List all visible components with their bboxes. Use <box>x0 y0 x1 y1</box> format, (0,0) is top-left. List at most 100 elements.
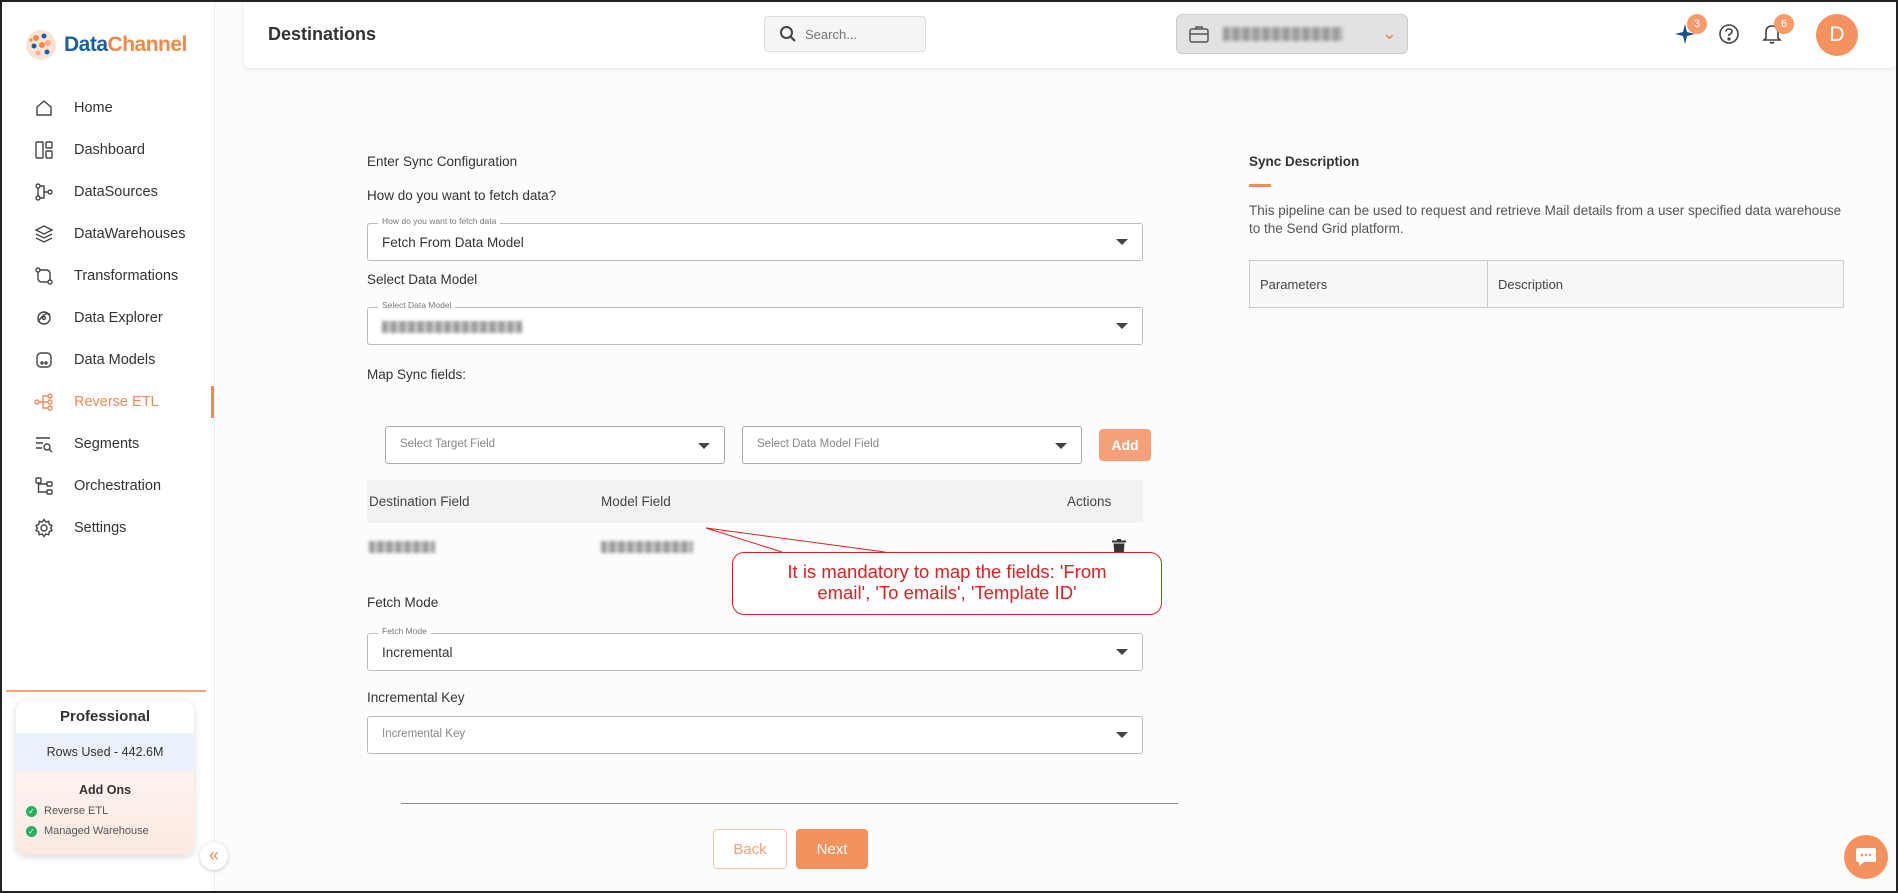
brand-name: DataChannel <box>64 33 187 57</box>
page-title: Destinations <box>268 24 377 44</box>
brand-name-part2: Channel <box>107 33 188 56</box>
sidebar-item-label: DataWarehouses <box>74 226 186 242</box>
sidebar-item-datawarehouses[interactable]: DataWarehouses <box>2 213 214 255</box>
help-button[interactable] <box>1715 20 1743 48</box>
segments-icon <box>32 432 56 456</box>
sidebar: DataChannel Home Dashboard DataSources D… <box>2 2 228 891</box>
sidebar-item-datasources[interactable]: DataSources <box>2 171 214 213</box>
plan-card: Professional Rows Used - 442.6M Add Ons … <box>16 701 194 855</box>
sidebar-item-label: Orchestration <box>74 478 162 494</box>
target-field-select[interactable]: Select Target Field <box>385 426 725 464</box>
target-field-placeholder: Select Target Field <box>400 438 496 450</box>
logo[interactable]: DataChannel <box>24 28 187 62</box>
mapping-table-header: Destination Field Model Field Actions <box>367 480 1143 523</box>
datachannel-logo-icon <box>26 30 56 60</box>
mandatory-fields-callout: It is mandatory to map the fields: 'From… <box>732 552 1162 615</box>
sidebar-nav: Home Dashboard DataSources DataWarehouse… <box>2 87 214 549</box>
sidebar-item-label: Settings <box>74 520 127 536</box>
col-actions: Actions <box>1067 494 1112 509</box>
sidebar-item-label: DataSources <box>74 184 158 200</box>
addon-item: ✓ Reverse ETL <box>16 805 194 817</box>
sidebar-item-transformations[interactable]: Transformations <box>2 255 214 297</box>
fetch-mode-label: Fetch Mode <box>367 595 439 610</box>
next-button[interactable]: Next <box>796 829 868 869</box>
parameters-table: Parameters Description <box>1249 260 1844 308</box>
chat-icon <box>1856 848 1876 866</box>
fetch-method-select[interactable]: How do you want to fetch data Fetch From… <box>367 216 1143 261</box>
caret-down-icon <box>698 443 710 449</box>
chat-button[interactable] <box>1844 835 1888 879</box>
gear-icon <box>32 516 56 540</box>
model-field-select[interactable]: Select Data Model Field <box>742 426 1082 464</box>
incremental-key-select[interactable]: Incremental Key <box>367 716 1143 754</box>
notifications-button[interactable]: 6 <box>1758 14 1794 48</box>
caret-down-icon <box>1116 239 1128 245</box>
sidebar-item-settings[interactable]: Settings <box>2 507 214 549</box>
sidebar-item-label: Reverse ETL <box>74 394 159 410</box>
top-bar: Destinations ⌄ 3 6 D <box>244 2 1896 68</box>
sidebar-item-orchestration[interactable]: Orchestration <box>2 465 214 507</box>
col-destination-field: Destination Field <box>369 494 470 509</box>
plan-title: Professional <box>59 708 151 725</box>
datasources-icon <box>32 180 56 204</box>
addon-label: Managed Warehouse <box>44 825 149 837</box>
add-mapping-button[interactable]: Add <box>1099 429 1151 461</box>
double-chevron-left-icon: « <box>208 845 219 865</box>
sidebar-item-label: Transformations <box>74 268 179 284</box>
workspace-select[interactable]: ⌄ <box>1176 14 1408 54</box>
sidebar-item-label: Home <box>74 100 113 116</box>
data-models-icon <box>32 348 56 372</box>
callout-line-2: email', 'To emails', 'Template ID' <box>817 582 1077 603</box>
sidebar-item-home[interactable]: Home <box>2 87 214 129</box>
sync-description-title: Sync Description <box>1249 154 1360 169</box>
caret-down-icon <box>1055 443 1067 449</box>
sync-description-text: This pipeline can be used to request and… <box>1249 203 1842 236</box>
caret-down-icon <box>1116 323 1128 329</box>
search-input[interactable] <box>803 25 907 43</box>
col-description: Description <box>1498 276 1564 292</box>
caret-down-icon <box>1116 649 1128 655</box>
sidebar-item-dashboard[interactable]: Dashboard <box>2 129 214 171</box>
model-field-redacted <box>601 541 693 553</box>
addon-item: ✓ Managed Warehouse <box>16 825 194 837</box>
search-box[interactable] <box>764 16 926 52</box>
briefcase-icon <box>1189 26 1209 43</box>
ai-assistant-button[interactable]: 3 <box>1671 14 1707 48</box>
rows-used: Rows Used - 442.6M <box>16 733 194 771</box>
collapse-sidebar-button[interactable]: « <box>200 842 228 870</box>
check-icon: ✓ <box>26 825 37 837</box>
home-icon <box>32 96 56 120</box>
avatar[interactable]: D <box>1816 14 1858 56</box>
notifications-badge: 6 <box>1774 14 1794 34</box>
back-button[interactable]: Back <box>713 829 787 869</box>
sidebar-item-reverse-etl[interactable]: Reverse ETL <box>2 381 214 423</box>
fetch-mode-select[interactable]: Fetch Mode Incremental <box>367 626 1143 671</box>
incremental-key-placeholder: Incremental Key <box>382 728 466 740</box>
sidebar-item-segments[interactable]: Segments <box>2 423 214 465</box>
fetch-question-label: How do you want to fetch data? <box>367 188 557 203</box>
data-model-value-redacted <box>382 321 522 333</box>
addons-section: Add Ons ✓ Reverse ETL ✓ Managed Warehouse <box>16 771 194 855</box>
reverse-etl-icon <box>32 390 56 414</box>
workspace-name-redacted <box>1223 27 1343 41</box>
explorer-icon <box>32 306 56 330</box>
data-model-select[interactable]: Select Data Model <box>367 300 1143 345</box>
sidebar-item-data-explorer[interactable]: Data Explorer <box>2 297 214 339</box>
sidebar-item-label: Data Explorer <box>74 310 163 326</box>
callout-line-1: It is mandatory to map the fields: 'From <box>787 561 1107 582</box>
map-sync-fields-label: Map Sync fields: <box>367 367 467 382</box>
data-model-label: Select Data Model <box>367 272 478 287</box>
chevron-down-icon: ⌄ <box>1381 23 1397 43</box>
caret-down-icon <box>1116 732 1128 738</box>
layers-icon <box>32 222 56 246</box>
fetch-method-value: Fetch From Data Model <box>382 235 524 250</box>
fetch-mode-legend: Fetch Mode <box>378 626 431 636</box>
help-icon <box>1719 24 1739 44</box>
sidebar-item-data-models[interactable]: Data Models <box>2 339 214 381</box>
sidebar-item-label: Data Models <box>74 352 156 368</box>
addons-title: Add Ons <box>78 783 132 797</box>
title-underline <box>1249 184 1271 187</box>
incremental-key-label: Incremental Key <box>367 690 465 705</box>
ai-badge: 3 <box>1687 14 1707 34</box>
form-divider <box>401 803 1178 804</box>
